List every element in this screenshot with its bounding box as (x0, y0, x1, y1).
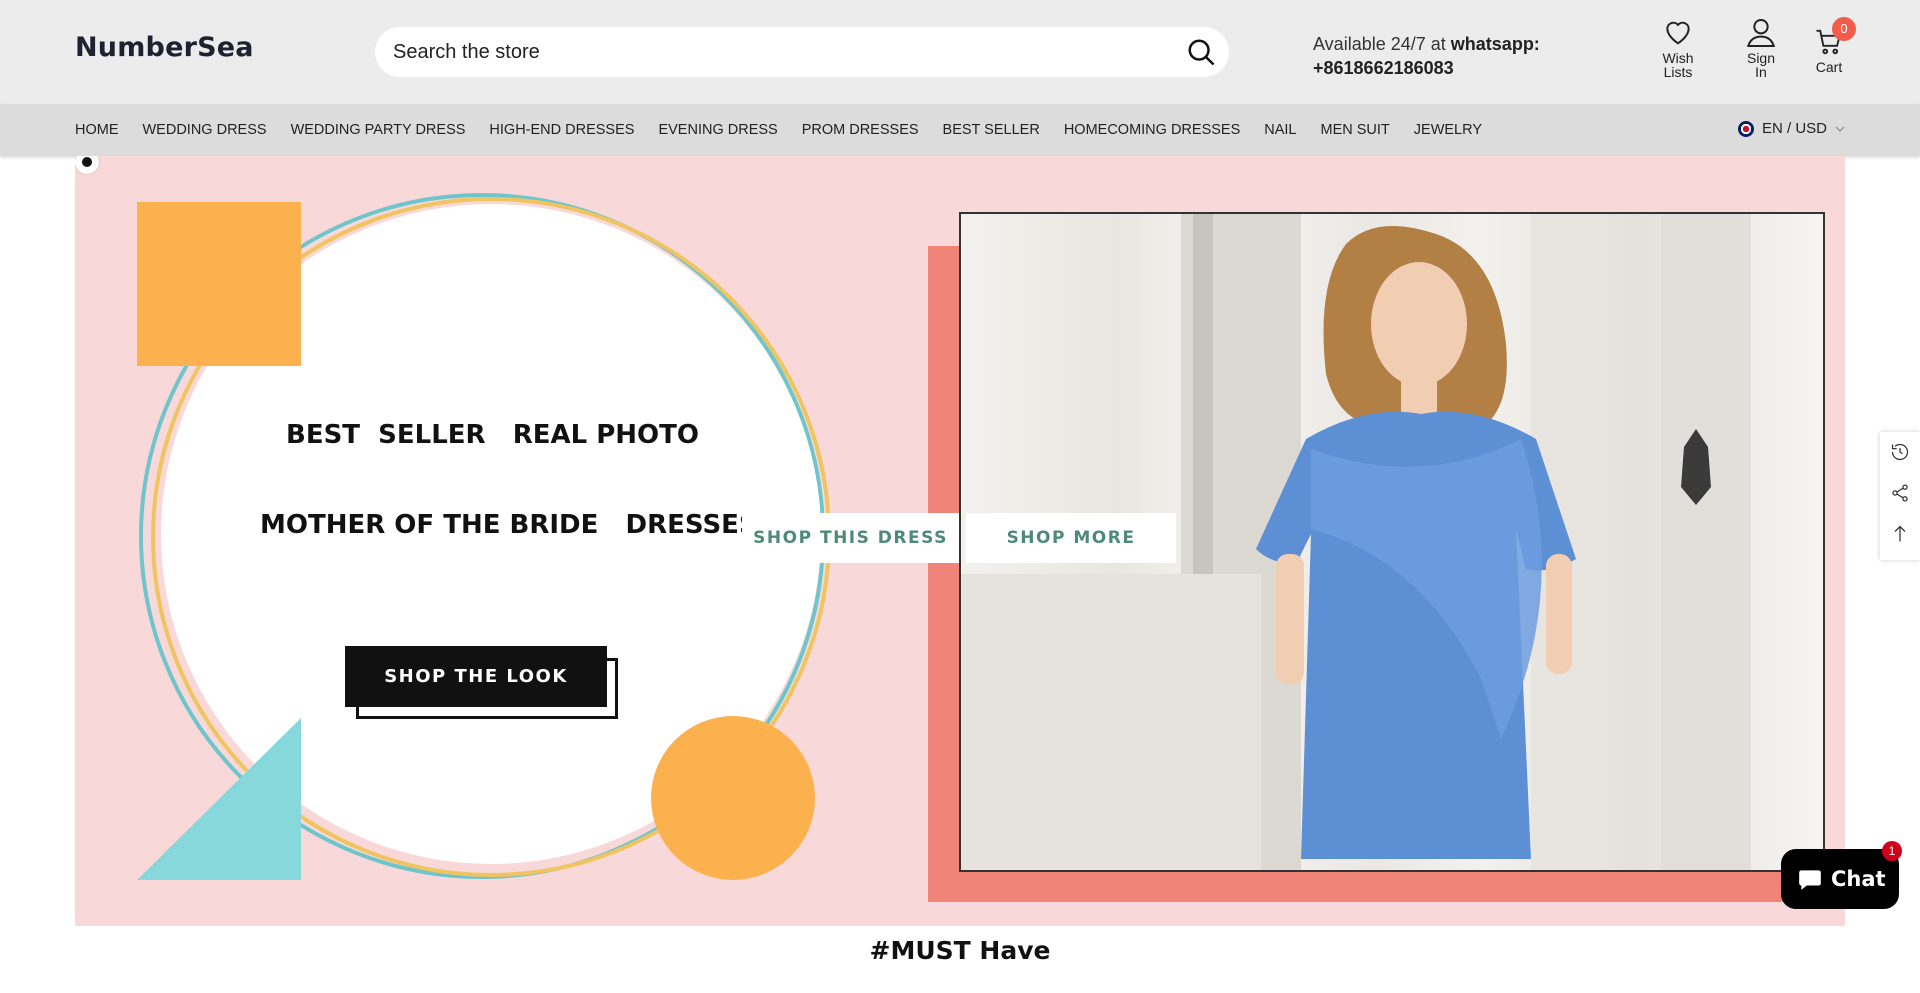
main-nav: HOME WEDDING DRESS WEDDING PARTY DRESS H… (75, 104, 1482, 156)
nav-item-men-suit[interactable]: MEN SUIT (1321, 122, 1390, 138)
contact-prefix: Available 24/7 at (1313, 34, 1446, 54)
nav-item-high-end-dresses[interactable]: HIGH-END DRESSES (489, 122, 634, 138)
decor-square-orange (137, 202, 301, 366)
shop-the-look-button[interactable]: SHOP THE LOOK (345, 646, 607, 707)
share-icon (1892, 483, 1908, 502)
contact-info: Available 24/7 at whatsapp: +86186621860… (1313, 32, 1540, 80)
cart-count-badge: 0 (1832, 17, 1856, 41)
locale-selector[interactable]: EN / USD (1737, 120, 1845, 137)
wishlist-link[interactable]: Wish Lists (1648, 16, 1708, 79)
wishlist-label-2: Lists (1663, 64, 1693, 80)
nav-item-wedding-dress[interactable]: WEDDING DRESS (143, 122, 267, 138)
signin-label-1: Sign (1746, 50, 1776, 66)
slider-dot-active[interactable] (75, 156, 99, 174)
chat-label: Chat (1831, 867, 1886, 891)
search-input[interactable] (393, 27, 1153, 77)
history-icon (1891, 443, 1909, 460)
nav-item-best-seller[interactable]: BEST SELLER (943, 122, 1040, 138)
header-bar: NumberSea Available 24/7 at whatsapp: +8… (0, 0, 1920, 104)
hero-banner[interactable]: BEST SELLER REAL PHOTO MOTHER OF THE BRI… (75, 156, 1845, 926)
chat-unread-badge: 1 (1882, 841, 1902, 861)
search-bar (375, 27, 1229, 77)
shop-this-dress-button[interactable]: SHOP THIS DRESS (742, 513, 959, 563)
nav-item-nail[interactable]: NAIL (1264, 122, 1296, 138)
search-button[interactable] (1183, 35, 1219, 71)
cart-label: Cart (1815, 59, 1843, 75)
signin-link[interactable]: Sign In (1731, 16, 1791, 79)
contact-phone[interactable]: +8618662186083 (1313, 58, 1454, 78)
nav-item-evening-dress[interactable]: EVENING DRESS (658, 122, 777, 138)
user-icon (1746, 19, 1776, 47)
store-logo[interactable]: NumberSea (75, 32, 254, 63)
chat-bubble-icon (1799, 870, 1821, 890)
hero-headline-1: BEST SELLER REAL PHOTO (286, 420, 699, 450)
contact-label: whatsapp: (1450, 34, 1540, 54)
nav-item-wedding-party-dress[interactable]: WEDDING PARTY DRESS (291, 122, 466, 138)
locale-label: EN / USD (1761, 120, 1827, 137)
nav-item-home[interactable]: HOME (75, 122, 119, 138)
nav-item-jewelry[interactable]: JEWELRY (1414, 122, 1482, 138)
decor-circle-orange (651, 716, 815, 880)
share-button[interactable] (1880, 474, 1920, 514)
nav-item-homecoming-dresses[interactable]: HOMECOMING DRESSES (1064, 122, 1240, 138)
shop-more-button[interactable]: SHOP MORE (966, 513, 1176, 563)
side-tools (1880, 432, 1920, 560)
search-icon (1188, 39, 1215, 65)
recently-viewed-button[interactable] (1880, 433, 1920, 473)
hero-headline-2: MOTHER OF THE BRIDE DRESSES (260, 510, 758, 540)
back-to-top-button[interactable] (1880, 515, 1920, 555)
nav-item-prom-dresses[interactable]: PROM DRESSES (802, 122, 919, 138)
arrow-up-icon (1894, 525, 1906, 541)
chevron-down-icon (1835, 126, 1845, 132)
wishlist-label-1: Wish (1662, 50, 1694, 66)
flag-icon (1737, 120, 1754, 137)
chat-button[interactable]: Chat (1781, 849, 1899, 909)
signin-label-2: In (1755, 64, 1767, 80)
main-nav-bar: HOME WEDDING DRESS WEDDING PARTY DRESS H… (0, 104, 1920, 156)
section-title: #MUST Have (869, 936, 1051, 965)
heart-icon (1666, 21, 1690, 45)
